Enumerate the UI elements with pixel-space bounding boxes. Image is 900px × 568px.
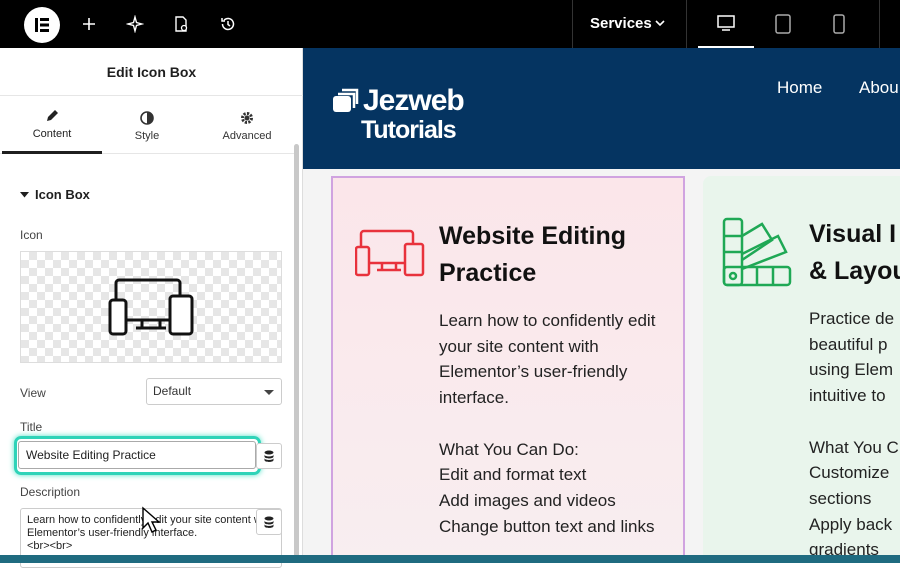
database-icon bbox=[264, 450, 274, 462]
sparkle-icon bbox=[126, 15, 144, 33]
card-title: Website Editing Practice bbox=[439, 222, 627, 287]
title-input[interactable]: Website Editing Practice bbox=[18, 441, 256, 469]
devices-icon bbox=[355, 229, 425, 277]
dynamic-tags-button[interactable] bbox=[256, 443, 282, 469]
contrast-icon bbox=[140, 110, 154, 125]
editor-topbar: Services bbox=[0, 0, 900, 48]
tab-advanced[interactable]: Advanced bbox=[197, 97, 297, 154]
site-header: Jezweb Tutorials Home Abou bbox=[303, 48, 900, 169]
icon-box-card[interactable]: Visual I & Layou Practice de beautiful p… bbox=[703, 176, 900, 563]
elementor-icon bbox=[35, 18, 49, 32]
site-logo[interactable]: Jezweb Tutorials bbox=[331, 84, 465, 144]
tab-label: Content bbox=[32, 128, 72, 140]
title-label: Title bbox=[20, 420, 43, 434]
brand-line1: Jezweb bbox=[363, 84, 465, 117]
caret-down-icon bbox=[20, 192, 29, 198]
mobile-icon bbox=[833, 14, 845, 34]
mobile-view-button[interactable] bbox=[811, 0, 867, 48]
history-button[interactable] bbox=[216, 12, 240, 36]
view-label: View bbox=[20, 386, 46, 400]
panel-scrollbar[interactable] bbox=[294, 144, 299, 563]
desktop-view-button[interactable] bbox=[698, 0, 754, 48]
section-toggle[interactable]: Icon Box bbox=[20, 187, 90, 202]
chevron-down-icon[interactable] bbox=[653, 16, 667, 30]
dropdown-arrow-icon bbox=[264, 390, 274, 395]
editor-panel: Edit Icon Box Content Style Advanced Ico… bbox=[0, 48, 303, 568]
divider bbox=[572, 0, 573, 48]
page-settings-button[interactable] bbox=[169, 12, 193, 36]
tab-content[interactable]: Content bbox=[2, 97, 102, 154]
panel-title: Edit Icon Box bbox=[0, 48, 303, 96]
plus-icon bbox=[83, 18, 95, 30]
add-element-button[interactable] bbox=[77, 12, 101, 36]
view-select[interactable]: Default bbox=[146, 378, 282, 405]
brand-stack-icon bbox=[333, 88, 359, 112]
preview-canvas: Jezweb Tutorials Home Abou Website Editi… bbox=[303, 48, 900, 563]
card-description: Practice de beautiful p using Elem intui… bbox=[809, 309, 899, 560]
pencil-icon bbox=[47, 110, 58, 121]
tab-label: Advanced bbox=[222, 129, 272, 142]
icon-picker[interactable] bbox=[20, 251, 282, 363]
tab-label: Style bbox=[134, 129, 160, 142]
divider bbox=[686, 0, 687, 48]
tablet-icon bbox=[775, 14, 791, 34]
brand-line2: Tutorials bbox=[361, 116, 457, 144]
gear-icon bbox=[241, 111, 253, 124]
icon-label: Icon bbox=[20, 228, 43, 242]
divider bbox=[879, 0, 880, 48]
mouse-cursor-icon bbox=[142, 506, 161, 533]
database-icon bbox=[264, 516, 274, 528]
dynamic-tags-button[interactable] bbox=[256, 509, 282, 535]
bottom-bar bbox=[0, 555, 900, 563]
elementor-logo-button[interactable] bbox=[24, 7, 60, 43]
devices-icon bbox=[108, 278, 194, 336]
tablet-view-button[interactable] bbox=[755, 0, 811, 48]
card-description: Learn how to confidently edit your site … bbox=[439, 311, 656, 536]
page-settings-icon bbox=[175, 16, 188, 32]
history-icon bbox=[221, 17, 235, 31]
card-title: Visual I & Layou bbox=[809, 220, 900, 285]
description-label: Description bbox=[20, 485, 81, 499]
nav-home[interactable]: Home bbox=[777, 78, 822, 98]
page-dropdown-label[interactable]: Services bbox=[590, 15, 652, 32]
icon-box-card[interactable]: Website Editing Practice Learn how to co… bbox=[331, 176, 685, 563]
ai-button[interactable] bbox=[123, 12, 147, 36]
section-title: Icon Box bbox=[35, 187, 90, 202]
view-select-value: Default bbox=[153, 384, 192, 398]
color-swatch-icon bbox=[722, 217, 792, 287]
tab-style[interactable]: Style bbox=[97, 97, 197, 154]
panel-tabs: Content Style Advanced bbox=[0, 97, 298, 154]
nav-about[interactable]: Abou bbox=[859, 78, 899, 98]
desktop-icon bbox=[717, 15, 735, 31]
